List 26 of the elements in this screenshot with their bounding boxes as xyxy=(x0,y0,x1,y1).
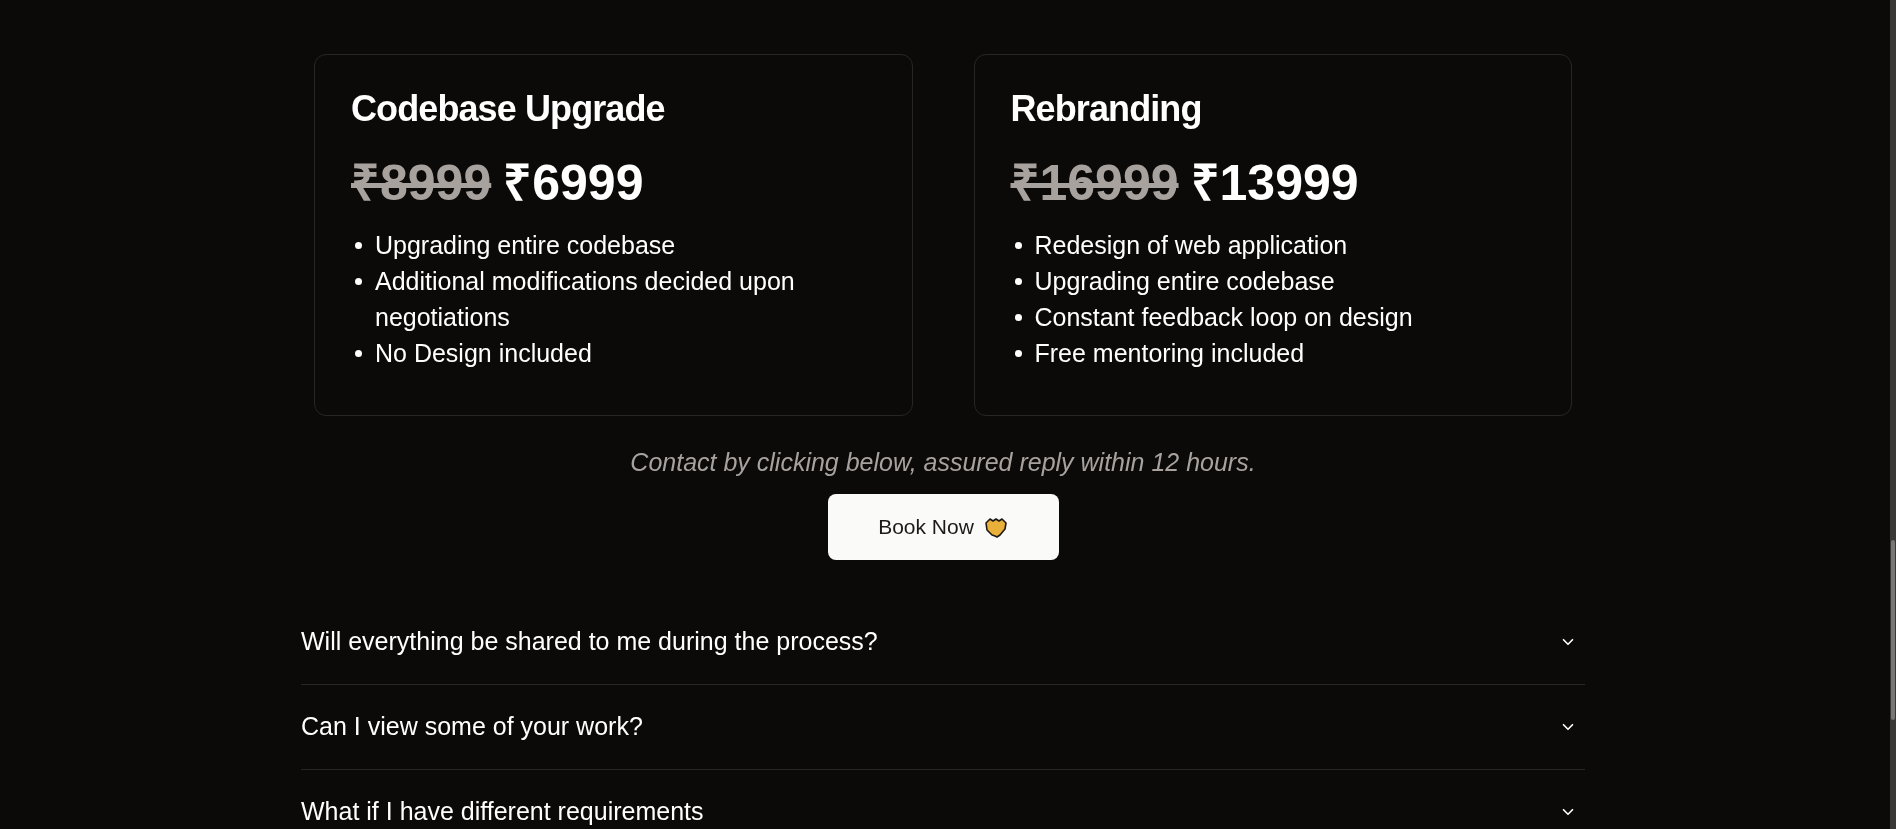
faq-item[interactable]: What if I have different requirements xyxy=(301,770,1585,829)
bullet-icon xyxy=(355,278,362,285)
price: ₹6999 xyxy=(503,154,644,213)
old-price: ₹16999 xyxy=(1010,154,1179,213)
bullet-icon xyxy=(355,350,362,357)
scrollbar[interactable] xyxy=(1890,0,1896,829)
feature-text: Additional modifications decided upon negotiations xyxy=(375,266,796,333)
feature-text: Free mentoring included xyxy=(1034,338,1306,369)
faq-item[interactable]: Can I view some of your work? xyxy=(301,685,1585,770)
feature-text: No Design included xyxy=(375,338,593,369)
feature-text: Redesign of web application xyxy=(1034,230,1349,261)
price: ₹13999 xyxy=(1190,154,1359,213)
book-now-button[interactable]: Book Now xyxy=(827,494,1059,560)
contact-note: Contact by clicking below, assured reply within 12 hours. xyxy=(630,447,1256,478)
plan-title: Codebase Upgrade xyxy=(351,87,666,131)
plan-title: Rebranding xyxy=(1010,87,1203,131)
bullet-icon xyxy=(1014,314,1022,321)
bullet-icon xyxy=(1014,278,1022,285)
old-price: ₹8999 xyxy=(351,154,492,213)
faq-item[interactable]: Will everything be shared to me during the process? xyxy=(301,600,1585,685)
feature-text: Upgrading entire codebase xyxy=(375,230,677,261)
bullet-icon xyxy=(1014,350,1022,357)
feature-text: Upgrading entire codebase xyxy=(1034,266,1336,297)
feature-text: Constant feedback loop on design xyxy=(1034,302,1414,333)
bullet-icon xyxy=(1014,242,1022,249)
bullet-icon xyxy=(355,242,362,249)
